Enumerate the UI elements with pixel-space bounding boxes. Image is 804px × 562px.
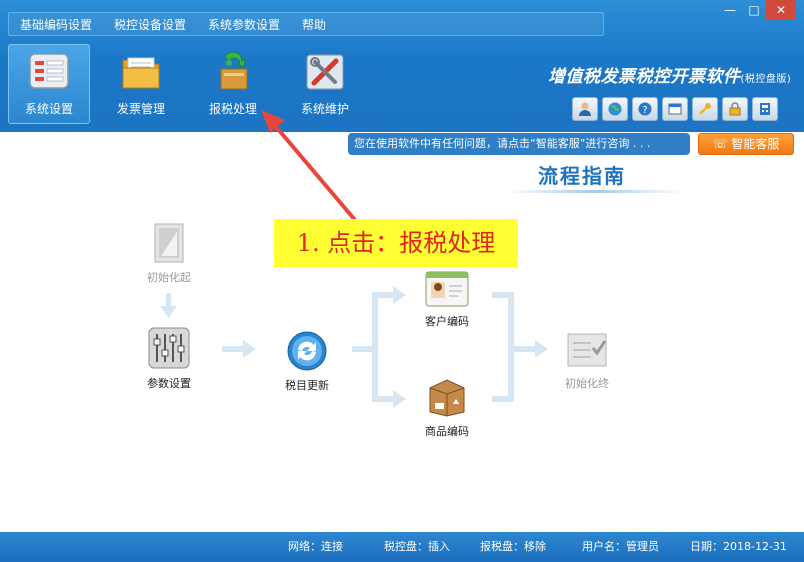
status-network: 网络：连接 — [288, 540, 343, 553]
initialize-icon — [154, 223, 184, 263]
status-username: 用户名：管理员 — [582, 540, 659, 553]
flow-node-tax-update[interactable]: 税目更新 — [272, 330, 342, 393]
flow-label-param-settings: 参数设置 — [147, 377, 191, 390]
checklist-icon — [567, 333, 607, 367]
flow-label-product-code: 商品编码 — [425, 425, 469, 438]
sliders-icon — [148, 327, 190, 369]
bracket-left-top-head — [393, 286, 406, 304]
flow-label-init-start: 初始化起 — [147, 271, 191, 284]
flow-node-customer-code[interactable]: 客户编码 — [412, 270, 482, 329]
status-date: 日期：2018-12-31 — [690, 540, 787, 553]
pointer-arrow — [261, 110, 357, 222]
status-bar: 网络：连接 税控盘：插入 报税盘：移除 用户名：管理员 日期：2018-12-3… — [0, 532, 804, 562]
status-report-disk: 报税盘：移除 — [480, 540, 546, 553]
connector-down-head — [160, 306, 177, 318]
app-window: 基础编码设置 税控设备设置 系统参数设置 帮助 — □ ✕ 系统设置 发票管理 … — [0, 0, 804, 562]
connector-update-split — [352, 346, 374, 352]
status-tax-disk: 税控盘：插入 — [384, 540, 450, 553]
flow-node-init-end[interactable]: 初始化终 — [552, 330, 622, 391]
package-icon — [429, 379, 465, 417]
connector-param-update-head — [243, 340, 256, 358]
step-annotation: 1. 点击：报税处理 — [274, 219, 518, 267]
flow-label-tax-update: 税目更新 — [285, 379, 329, 392]
bracket-left-bottom — [372, 396, 394, 402]
bracket-left — [372, 292, 378, 402]
bracket-left-top — [372, 292, 394, 298]
flow-label-init-end: 初始化终 — [565, 377, 609, 390]
flow-node-init-start[interactable]: 初始化起 — [138, 222, 200, 285]
contact-card-icon — [425, 271, 469, 307]
flow-label-customer-code: 客户编码 — [425, 315, 469, 328]
flow-node-param-settings[interactable]: 参数设置 — [134, 326, 204, 391]
bracket-left-bottom-head — [393, 390, 406, 408]
refresh-icon — [287, 331, 327, 371]
connector-param-update — [222, 346, 244, 352]
connector-merge-end — [514, 346, 536, 352]
connector-merge-end-head — [535, 340, 548, 358]
bracket-right-bottom — [492, 396, 514, 402]
flow-node-product-code[interactable]: 商品编码 — [412, 376, 482, 439]
connector-down — [166, 293, 171, 307]
bracket-right — [508, 292, 514, 402]
